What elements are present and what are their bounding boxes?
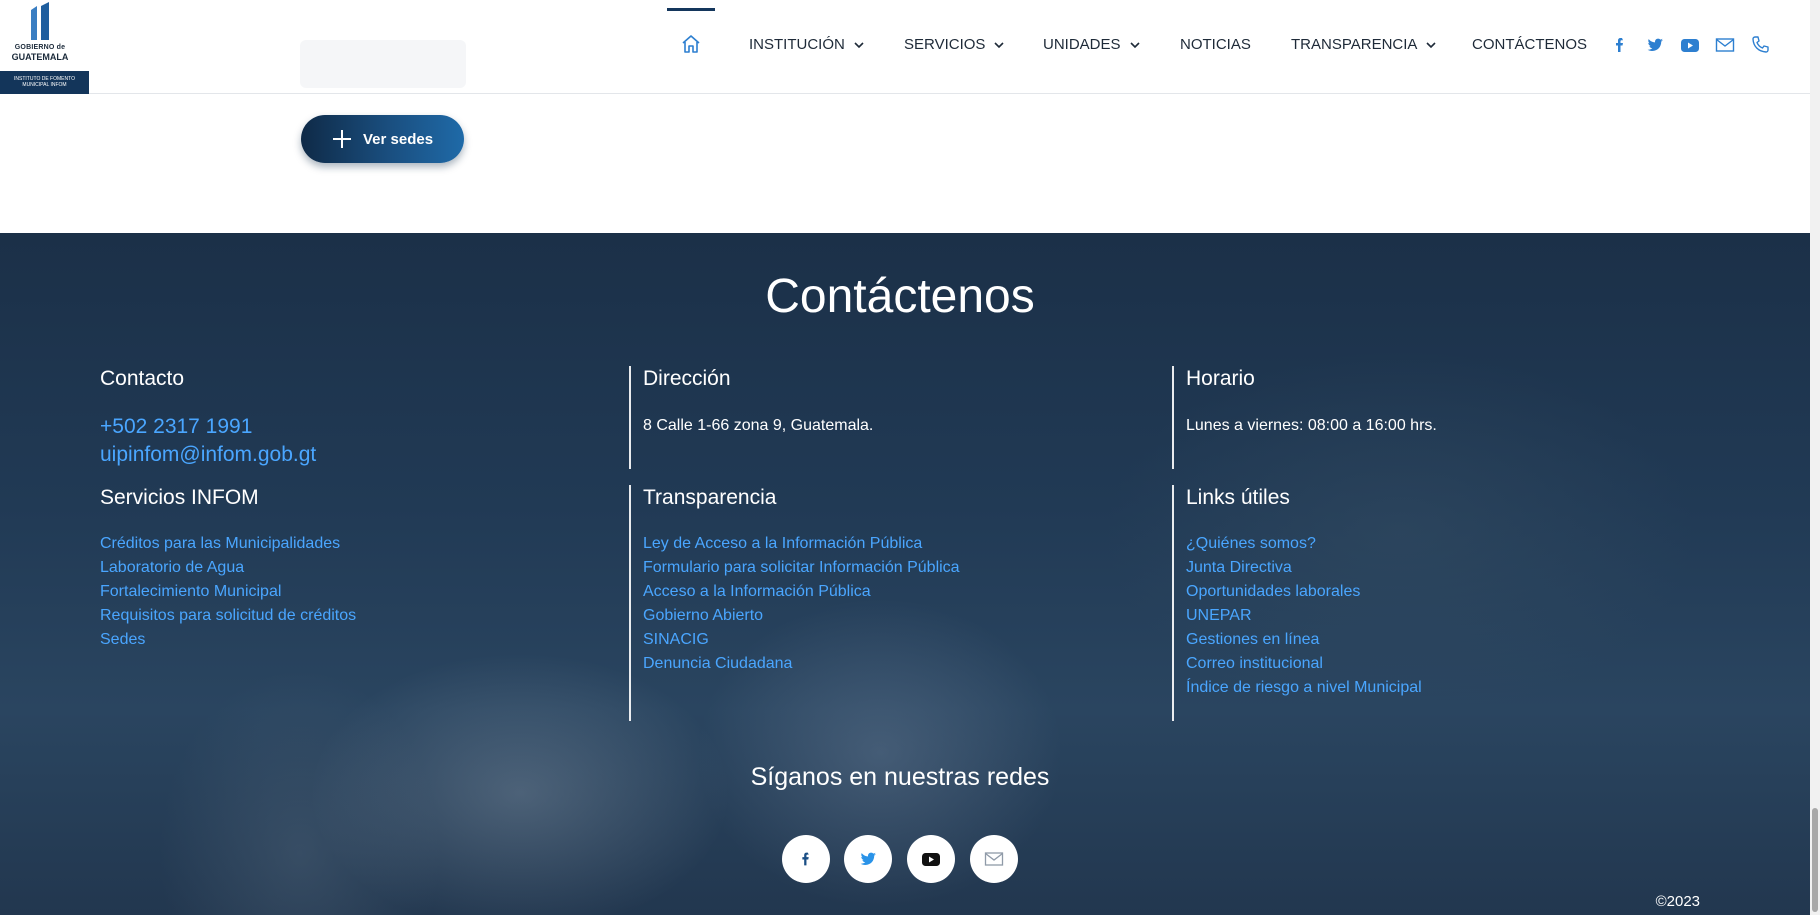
follow-title: Síganos en nuestras redes [750,763,1050,791]
guatemala-logo-mark-icon [31,2,49,40]
footer-link-junta-directiva[interactable]: Junta Directiva [1186,556,1422,580]
links-utiles-title: Links útiles [1186,486,1290,509]
nav-label: TRANSPARENCIA [1291,36,1418,53]
nav-contactenos[interactable]: CONTÁCTENOS [1472,36,1587,53]
footer-twitter-button[interactable] [844,835,892,883]
nav-home[interactable] [667,0,715,94]
links-utiles-list: ¿Quiénes somos? Junta Directiva Oportuni… [1186,532,1422,700]
active-indicator [667,8,715,11]
nav-institucion[interactable]: INSTITUCIÓN [749,36,865,53]
site-logo[interactable]: GOBIERNO de GUATEMALA INSTITUTO DE FOMEN… [0,0,89,94]
logo-line-1: GOBIERNO de [14,44,66,51]
servicios-links: Créditos para las Municipalidades Labora… [100,532,356,652]
horario-text: Lunes a viernes: 08:00 a 16:00 hrs. [1186,417,1437,434]
direccion-text: 8 Calle 1-66 zona 9, Guatemala. [643,417,874,434]
footer-title: Contáctenos [765,270,1035,323]
nav-noticias[interactable]: NOTICIAS [1180,36,1251,53]
footer-link-quienes-somos[interactable]: ¿Quiénes somos? [1186,532,1422,556]
footer-link-acceso-info[interactable]: Acceso a la Información Pública [643,580,960,604]
transparencia-links: Ley de Acceso a la Información Pública F… [643,532,960,676]
nav-label: SERVICIOS [904,36,986,53]
twitter-icon[interactable] [1644,34,1666,56]
chevron-down-icon [994,41,1004,48]
chevron-down-icon [1426,41,1436,48]
chevron-down-icon [854,41,864,48]
chevron-down-icon [1129,41,1140,48]
footer-link-gestiones[interactable]: Gestiones en línea [1186,628,1422,652]
copyright: ©2023 [1655,893,1700,910]
footer-link-fortalecimiento[interactable]: Fortalecimiento Municipal [100,580,356,604]
footer-facebook-button[interactable] [782,835,830,883]
column-divider [1172,485,1174,721]
transparencia-title: Transparencia [643,486,777,509]
nav-label: CONTÁCTENOS [1472,36,1588,53]
nav-transparencia[interactable]: TRANSPARENCIA [1291,36,1437,53]
logo-band: INSTITUTO DE FOMENTO MUNICIPAL INFOM [0,71,89,94]
footer-link-laboratorio[interactable]: Laboratorio de Agua [100,556,356,580]
footer-link-denuncia[interactable]: Denuncia Ciudadana [643,652,960,676]
servicios-title: Servicios INFOM [100,486,259,509]
scrollbar-thumb[interactable] [1812,808,1818,912]
footer-link-sedes[interactable]: Sedes [100,628,356,652]
page-scrollbar[interactable] [1810,0,1820,915]
footer-youtube-button[interactable] [907,835,955,883]
page: GOBIERNO de GUATEMALA INSTITUTO DE FOMEN… [0,0,1820,915]
nav-label: INSTITUCIÓN [749,36,845,53]
mail-icon[interactable] [1714,34,1736,56]
footer-link-oportunidades[interactable]: Oportunidades laborales [1186,580,1422,604]
column-divider [629,366,631,469]
footer-link-unepar[interactable]: UNEPAR [1186,604,1422,628]
footer-link-requisitos[interactable]: Requisitos para solicitud de créditos [100,604,356,628]
nav-unidades[interactable]: UNIDADES [1043,36,1141,53]
footer-link-sinacig[interactable]: SINACIG [643,628,960,652]
ver-sedes-button[interactable]: Ver sedes [301,115,464,163]
phone-link[interactable]: +502 2317 1991 [100,415,252,439]
column-divider [629,485,631,721]
column-divider [1172,366,1174,469]
footer-link-creditos[interactable]: Créditos para las Municipalidades [100,532,356,556]
twitter-icon [860,852,876,865]
phone-icon[interactable] [1749,34,1771,56]
direccion-title: Dirección [643,367,731,390]
footer-link-gobierno-abierto[interactable]: Gobierno Abierto [643,604,960,628]
nav-label: UNIDADES [1043,36,1121,53]
faded-background-element [300,40,466,88]
facebook-icon [802,852,809,866]
facebook-icon[interactable] [1609,34,1631,56]
footer-link-formulario[interactable]: Formulario para solicitar Información Pú… [643,556,960,580]
footer-link-ley-acceso[interactable]: Ley de Acceso a la Información Pública [643,532,960,556]
footer-mail-button[interactable] [970,835,1018,883]
mail-icon [984,852,1004,866]
email-link[interactable]: uipinfom@infom.gob.gt [100,443,316,467]
contact-footer: Contáctenos Contacto +502 2317 1991 uipi… [0,233,1810,915]
home-icon [682,35,700,53]
footer-link-correo[interactable]: Correo institucional [1186,652,1422,676]
nav-label: NOTICIAS [1180,36,1251,53]
youtube-icon [922,853,940,866]
ver-sedes-label: Ver sedes [363,130,434,148]
logo-line-2: GUATEMALA [11,52,69,62]
horario-title: Horario [1186,367,1255,390]
nav-servicios[interactable]: SERVICIOS [904,36,1005,53]
contacto-title: Contacto [100,367,185,390]
youtube-icon[interactable] [1679,34,1701,56]
plus-icon [333,130,351,148]
top-header: GOBIERNO de GUATEMALA INSTITUTO DE FOMEN… [0,0,1810,94]
footer-link-indice-riesgo[interactable]: Índice de riesgo a nivel Municipal [1186,676,1422,700]
